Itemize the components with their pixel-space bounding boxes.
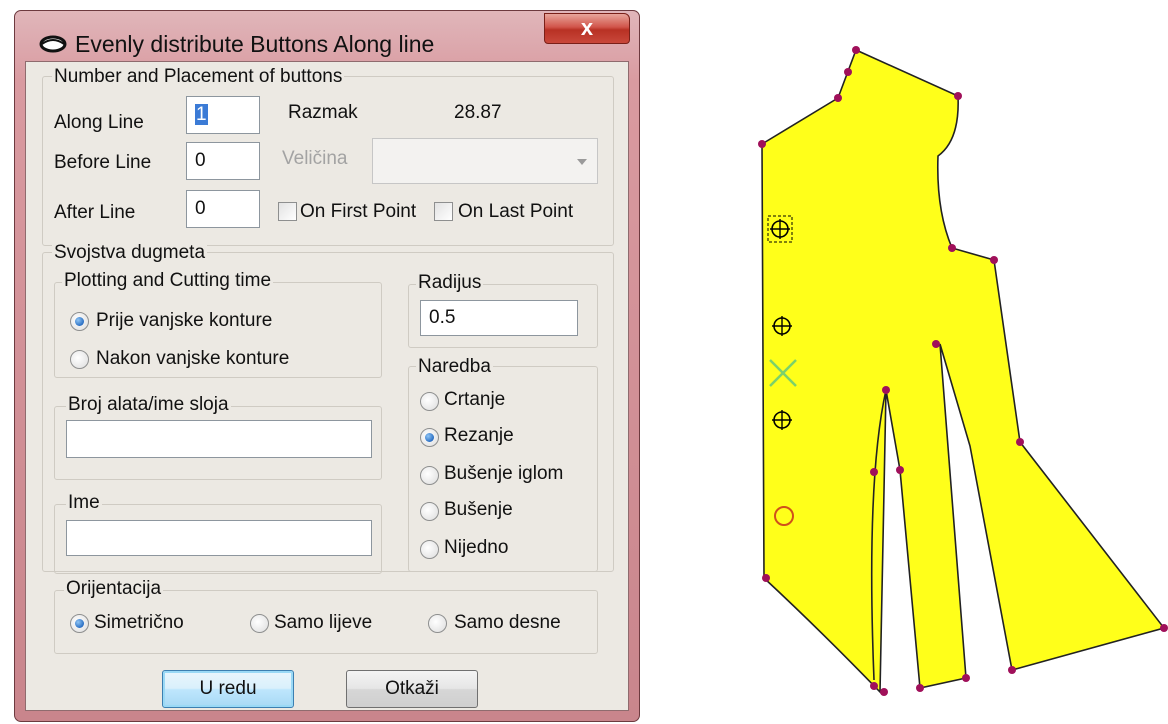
app-icon (39, 35, 67, 53)
radio-busenje[interactable] (420, 502, 439, 521)
window-title: Evenly distribute Buttons Along line (75, 31, 435, 57)
close-button[interactable]: x (544, 13, 630, 44)
on-first-point-checkbox[interactable] (278, 202, 297, 221)
pattern-point (896, 466, 904, 474)
tool-input[interactable] (66, 420, 372, 458)
pattern-point (758, 140, 766, 148)
pattern-point (916, 684, 924, 692)
placement-group-title: Number and Placement of buttons (52, 66, 345, 88)
option-simetricno[interactable]: Simetrično (94, 612, 184, 634)
radio-crtanje[interactable] (420, 392, 439, 411)
pattern-point (948, 244, 956, 252)
option-samo-lijeve[interactable]: Samo lijeve (274, 612, 372, 634)
size-combo[interactable] (372, 138, 598, 184)
pattern-point (852, 46, 860, 54)
pattern-point (870, 682, 878, 690)
after-line-input[interactable]: 0 (186, 190, 260, 228)
along-line-input[interactable]: 1 (186, 96, 260, 134)
option-rezanje[interactable]: Rezanje (444, 425, 514, 447)
pattern-piece (761, 48, 1166, 694)
after-line-label: After Line (54, 202, 136, 223)
size-label: Veličina (282, 148, 348, 169)
radio-busenje-iglom[interactable] (420, 466, 439, 485)
pattern-point (834, 94, 842, 102)
orientation-group-title: Orijentacija (64, 578, 164, 600)
radius-group-title: Radijus (416, 272, 484, 294)
pattern-point (844, 68, 852, 76)
tool-group-title: Broj alata/ime sloja (66, 394, 231, 416)
pattern-point (1016, 438, 1024, 446)
option-nijedno[interactable]: Nijedno (444, 537, 508, 559)
spacing-value: 28.87 (454, 102, 502, 123)
dialog-window: Evenly distribute Buttons Along line x N… (14, 10, 640, 722)
option-busenje-iglom[interactable]: Bušenje iglom (444, 463, 563, 485)
radio-prije-vanjske-konture[interactable] (70, 312, 89, 331)
radio-samo-desne[interactable] (428, 614, 447, 633)
plotting-group-title: Plotting and Cutting time (62, 270, 274, 292)
option-busenje[interactable]: Bušenje (444, 499, 513, 521)
pattern-point (882, 386, 890, 394)
along-line-value: 1 (195, 104, 208, 125)
before-line-input[interactable]: 0 (186, 142, 260, 180)
chevron-down-icon (577, 159, 587, 165)
pattern-point (880, 688, 888, 696)
radio-rezanje[interactable] (420, 428, 439, 447)
pattern-point (954, 92, 962, 100)
along-line-label: Along Line (54, 112, 144, 133)
ok-button[interactable]: U redu (162, 670, 294, 708)
radio-nakon-vanjske-konture[interactable] (70, 350, 89, 369)
pattern-point (990, 256, 998, 264)
pattern-point (1160, 624, 1168, 632)
on-last-point-checkbox[interactable] (434, 202, 453, 221)
pattern-canvas (758, 46, 1168, 696)
command-group-title: Naredba (416, 356, 493, 378)
pattern-point (962, 674, 970, 682)
radius-input[interactable]: 0.5 (420, 300, 578, 336)
pattern-point (870, 468, 878, 476)
option-prije-vanjske-konture[interactable]: Prije vanjske konture (96, 310, 272, 332)
on-last-point-label[interactable]: On Last Point (458, 201, 573, 223)
pattern-point (762, 574, 770, 582)
properties-group-title: Svojstva dugmeta (52, 242, 208, 264)
pattern-point (1008, 666, 1016, 674)
on-first-point-label[interactable]: On First Point (300, 201, 416, 223)
pattern-point (932, 340, 940, 348)
option-samo-desne[interactable]: Samo desne (454, 612, 561, 634)
radio-nijedno[interactable] (420, 540, 439, 559)
name-group-title: Ime (66, 492, 102, 514)
radio-samo-lijeve[interactable] (250, 614, 269, 633)
pattern-outline (761, 48, 1166, 694)
dialog-body: Number and Placement of buttons Along Li… (25, 61, 629, 711)
before-line-label: Before Line (54, 152, 152, 173)
title-bar[interactable]: Evenly distribute Buttons Along line x (15, 11, 639, 61)
option-crtanje[interactable]: Crtanje (444, 389, 505, 411)
spacing-label: Razmak (288, 102, 358, 123)
name-input[interactable] (66, 520, 372, 556)
option-nakon-vanjske-konture[interactable]: Nakon vanjske konture (96, 348, 289, 370)
cancel-button[interactable]: Otkaži (346, 670, 478, 708)
radio-simetricno[interactable] (70, 614, 89, 633)
